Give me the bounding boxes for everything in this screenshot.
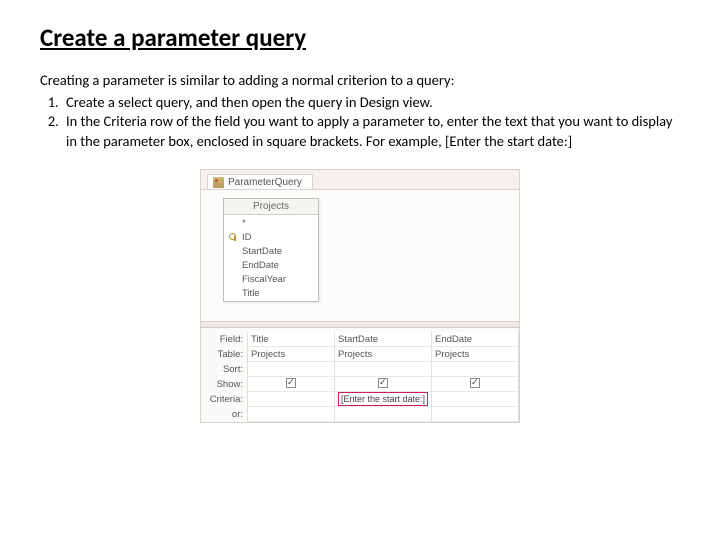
query-designer-screenshot: ParameterQuery Projects * ID StartDate — [200, 169, 520, 423]
field-cell[interactable]: Title — [248, 332, 334, 347]
source-table-title: Projects — [224, 199, 318, 215]
query-tab[interactable]: ParameterQuery — [207, 174, 313, 189]
table-cell[interactable]: Projects — [248, 347, 334, 362]
grid-column[interactable]: EndDate Projects — [431, 332, 519, 422]
intro-line: Creating a parameter is similar to addin… — [40, 71, 680, 91]
or-cell[interactable] — [432, 407, 518, 422]
grid-row-labels: Field: Table: Sort: Show: Criteria: or: — [201, 332, 247, 422]
field-row[interactable]: Title — [224, 286, 318, 300]
source-table[interactable]: Projects * ID StartDate EndDate — [223, 198, 319, 302]
sort-cell[interactable] — [432, 362, 518, 377]
field-row[interactable]: ID — [224, 230, 318, 244]
table-cell[interactable]: Projects — [432, 347, 518, 362]
step-item: Create a select query, and then open the… — [62, 93, 680, 113]
field-row[interactable]: FiscalYear — [224, 272, 318, 286]
tab-bar: ParameterQuery — [201, 170, 519, 190]
criteria-cell[interactable] — [248, 392, 334, 407]
relationship-pane: Projects * ID StartDate EndDate — [201, 190, 519, 322]
show-checkbox[interactable] — [286, 378, 296, 388]
sort-cell[interactable] — [248, 362, 334, 377]
criteria-cell[interactable]: [Enter the start date:] — [335, 392, 431, 407]
qbe-grid: Field: Table: Sort: Show: Criteria: or: … — [201, 328, 519, 422]
primary-key-icon — [229, 233, 237, 241]
show-checkbox[interactable] — [470, 378, 480, 388]
sort-cell[interactable] — [335, 362, 431, 377]
query-icon — [213, 177, 224, 188]
grid-column[interactable]: StartDate Projects [Enter the start date… — [334, 332, 431, 422]
grid-column[interactable]: Title Projects — [247, 332, 334, 422]
criteria-cell[interactable] — [432, 392, 518, 407]
field-list: * ID StartDate EndDate FiscalYear — [224, 215, 318, 301]
field-cell[interactable]: StartDate — [335, 332, 431, 347]
show-cell[interactable] — [248, 377, 334, 392]
query-tab-label: ParameterQuery — [228, 177, 302, 188]
page-title: Create a parameter query — [40, 22, 680, 53]
step-item: In the Criteria row of the field you wan… — [62, 112, 680, 151]
show-cell[interactable] — [432, 377, 518, 392]
show-cell[interactable] — [335, 377, 431, 392]
field-row[interactable]: * — [224, 216, 318, 230]
field-cell[interactable]: EndDate — [432, 332, 518, 347]
field-row[interactable]: EndDate — [224, 258, 318, 272]
step-list: Create a select query, and then open the… — [40, 93, 680, 152]
table-cell[interactable]: Projects — [335, 347, 431, 362]
or-cell[interactable] — [248, 407, 334, 422]
or-cell[interactable] — [335, 407, 431, 422]
show-checkbox[interactable] — [378, 378, 388, 388]
instruction-text: Creating a parameter is similar to addin… — [40, 71, 680, 151]
field-row[interactable]: StartDate — [224, 244, 318, 258]
criteria-prompt: [Enter the start date:] — [338, 392, 428, 406]
